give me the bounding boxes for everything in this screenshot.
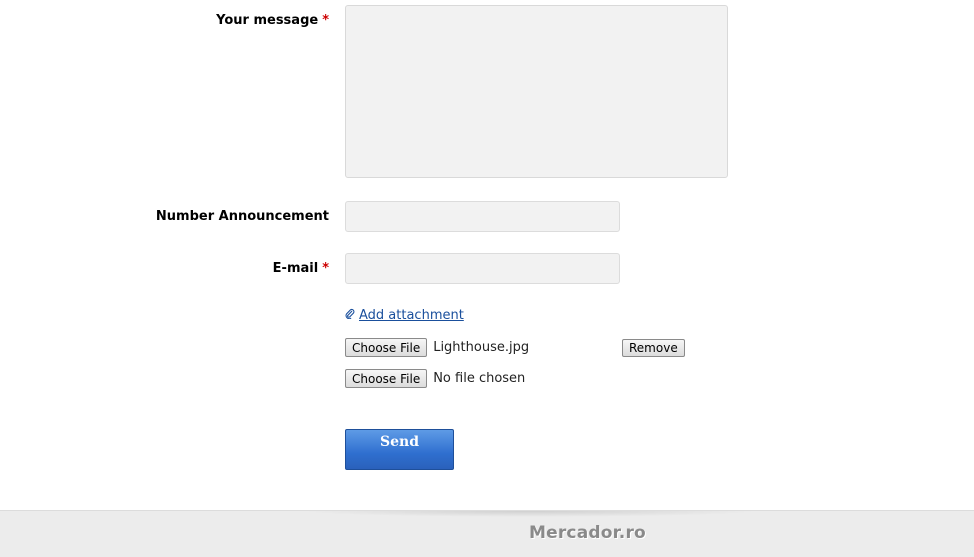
file-row: Choose File Lighthouse.jpg (345, 338, 529, 357)
add-attachment-label: Add attachment (359, 308, 464, 323)
contact-form-page: Your message * Number Announcement E-mail… (0, 0, 974, 557)
required-marker: * (322, 13, 329, 28)
remove-file-button[interactable]: Remove (622, 339, 685, 357)
announcement-label: Number Announcement (156, 209, 329, 224)
add-attachment-link[interactable]: Add attachment (345, 308, 464, 323)
email-label: E-mail * (273, 261, 329, 276)
paperclip-icon (345, 308, 355, 323)
required-marker: * (322, 261, 329, 276)
footer-shadow (300, 511, 760, 517)
footer-brand-logo[interactable]: Mercador.ro (529, 523, 646, 543)
email-label-text: E-mail (272, 261, 319, 276)
message-label-text: Your message (216, 13, 319, 28)
announcement-label-text: Number Announcement (155, 209, 329, 224)
announcement-number-input[interactable] (345, 201, 620, 232)
choose-file-button[interactable]: Choose File (345, 338, 428, 357)
footer: Mercador.ro (0, 510, 974, 557)
send-button-label: Send (380, 434, 419, 450)
file-row: Choose File No file chosen (345, 369, 525, 388)
message-label: Your message * (216, 13, 329, 28)
send-button[interactable]: Send (345, 429, 454, 470)
file-name: No file chosen (433, 371, 526, 386)
file-name: Lighthouse.jpg (433, 340, 530, 355)
choose-file-button[interactable]: Choose File (345, 369, 428, 388)
message-textarea[interactable] (345, 5, 728, 178)
email-field[interactable] (345, 253, 620, 284)
